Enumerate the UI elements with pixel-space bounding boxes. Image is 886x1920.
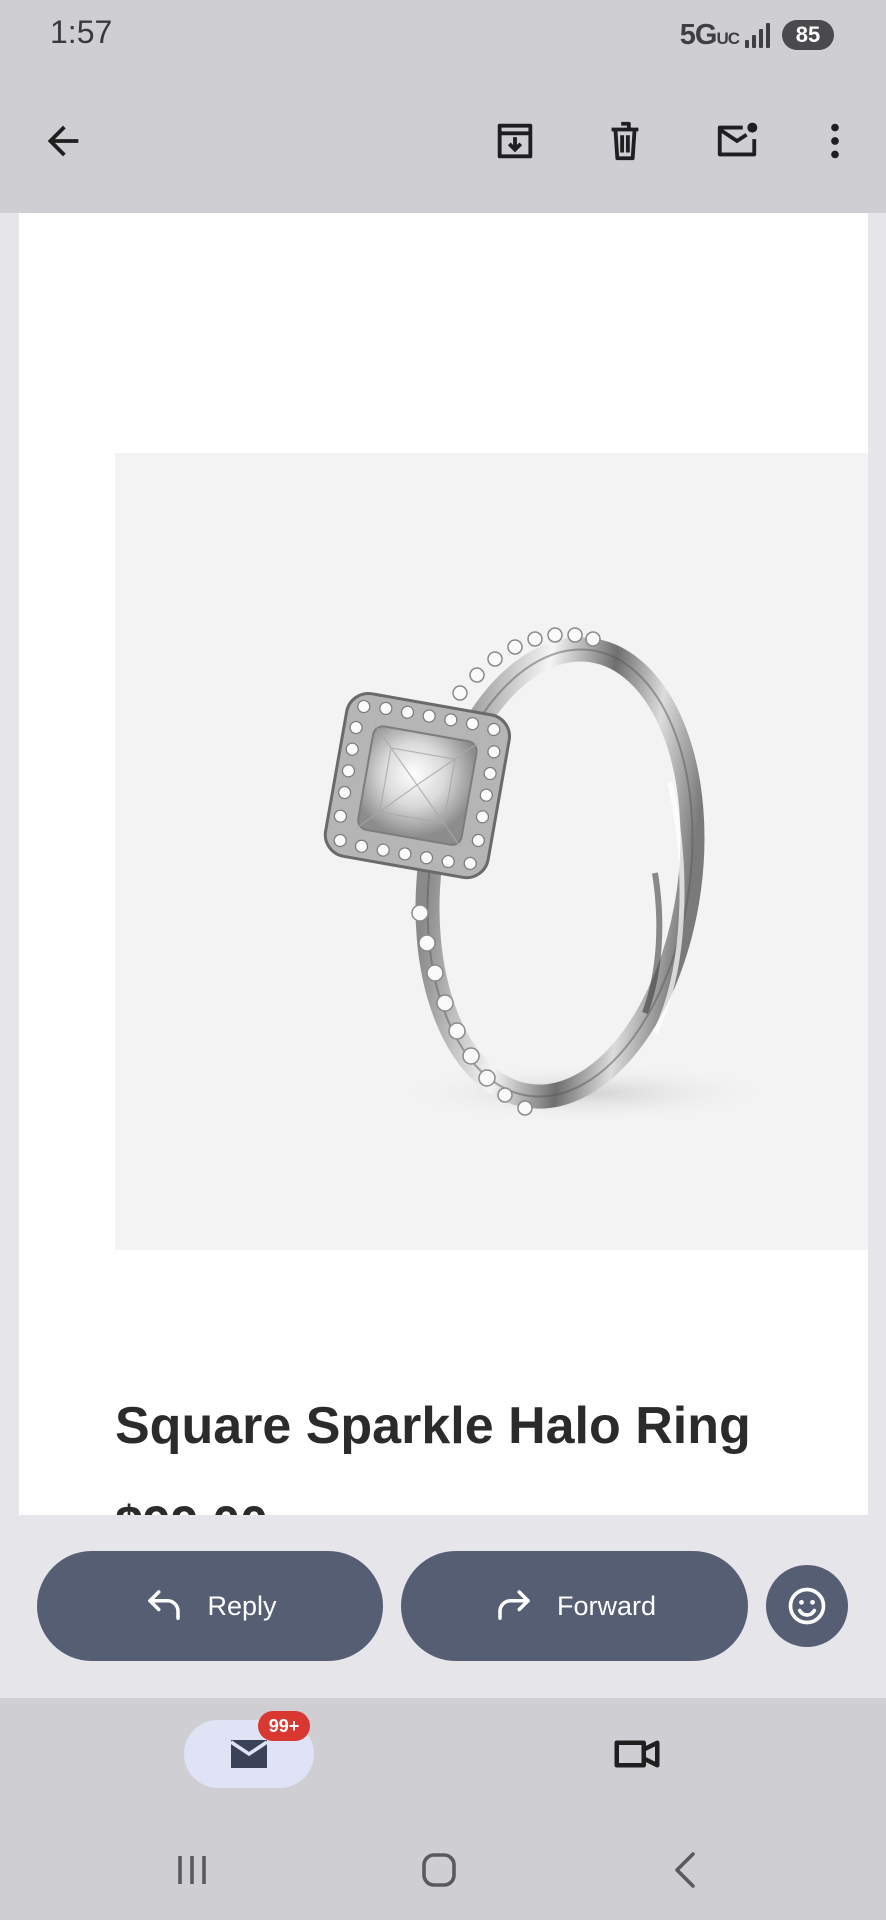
system-navigation [0, 1818, 886, 1920]
system-back-button[interactable] [652, 1840, 722, 1900]
signal-icon [745, 22, 770, 48]
reply-icon [148, 1590, 181, 1620]
ring-illustration [323, 627, 775, 1123]
trash-icon [611, 121, 639, 161]
unread-badge: 99+ [258, 1711, 310, 1741]
forward-button[interactable]: Forward [401, 1551, 748, 1661]
arrow-back-icon [47, 125, 79, 157]
forward-label: Forward [556, 1590, 657, 1621]
action-row: Reply Forward [0, 1515, 886, 1698]
video-camera-icon [614, 1740, 660, 1768]
emoji-react-icon [788, 1587, 826, 1625]
nav-meet-tab[interactable] [602, 1722, 672, 1786]
archive-button[interactable] [480, 106, 550, 176]
battery-level: 85 [782, 20, 834, 50]
home-icon [422, 1853, 456, 1887]
system-back-icon [675, 1852, 695, 1888]
bottom-navigation: 99+ [0, 1698, 886, 1818]
product-title[interactable]: Square Sparkle Halo Ring [115, 1396, 751, 1456]
back-button[interactable] [28, 106, 98, 176]
product-price: $99.00 [115, 1495, 268, 1515]
email-body-scroll[interactable]: Square Sparkle Halo Ring $99.00 [0, 213, 886, 1515]
forward-icon [498, 1590, 530, 1620]
mark-unread-icon [717, 122, 758, 157]
more-vert-icon [831, 123, 839, 159]
status-bar: 1:57 5GUC 85 [0, 0, 886, 70]
more-options-button[interactable] [800, 106, 870, 176]
app-bar [0, 70, 886, 213]
email-content: Square Sparkle Halo Ring $99.00 [19, 213, 868, 1515]
home-button[interactable] [404, 1840, 474, 1900]
archive-icon [497, 123, 533, 159]
reply-button[interactable]: Reply [37, 1551, 383, 1661]
recents-icon [178, 1856, 206, 1884]
ring-product-image[interactable] [115, 453, 868, 1250]
mark-unread-button[interactable] [702, 106, 772, 176]
network-type: 5GUC [679, 18, 740, 51]
emoji-react-button[interactable] [766, 1565, 848, 1647]
recents-button[interactable] [157, 1840, 227, 1900]
status-time: 1:57 [50, 14, 113, 50]
reply-label: Reply [207, 1590, 277, 1621]
status-indicators: 5GUC 85 [680, 18, 834, 52]
delete-button[interactable] [590, 106, 660, 176]
